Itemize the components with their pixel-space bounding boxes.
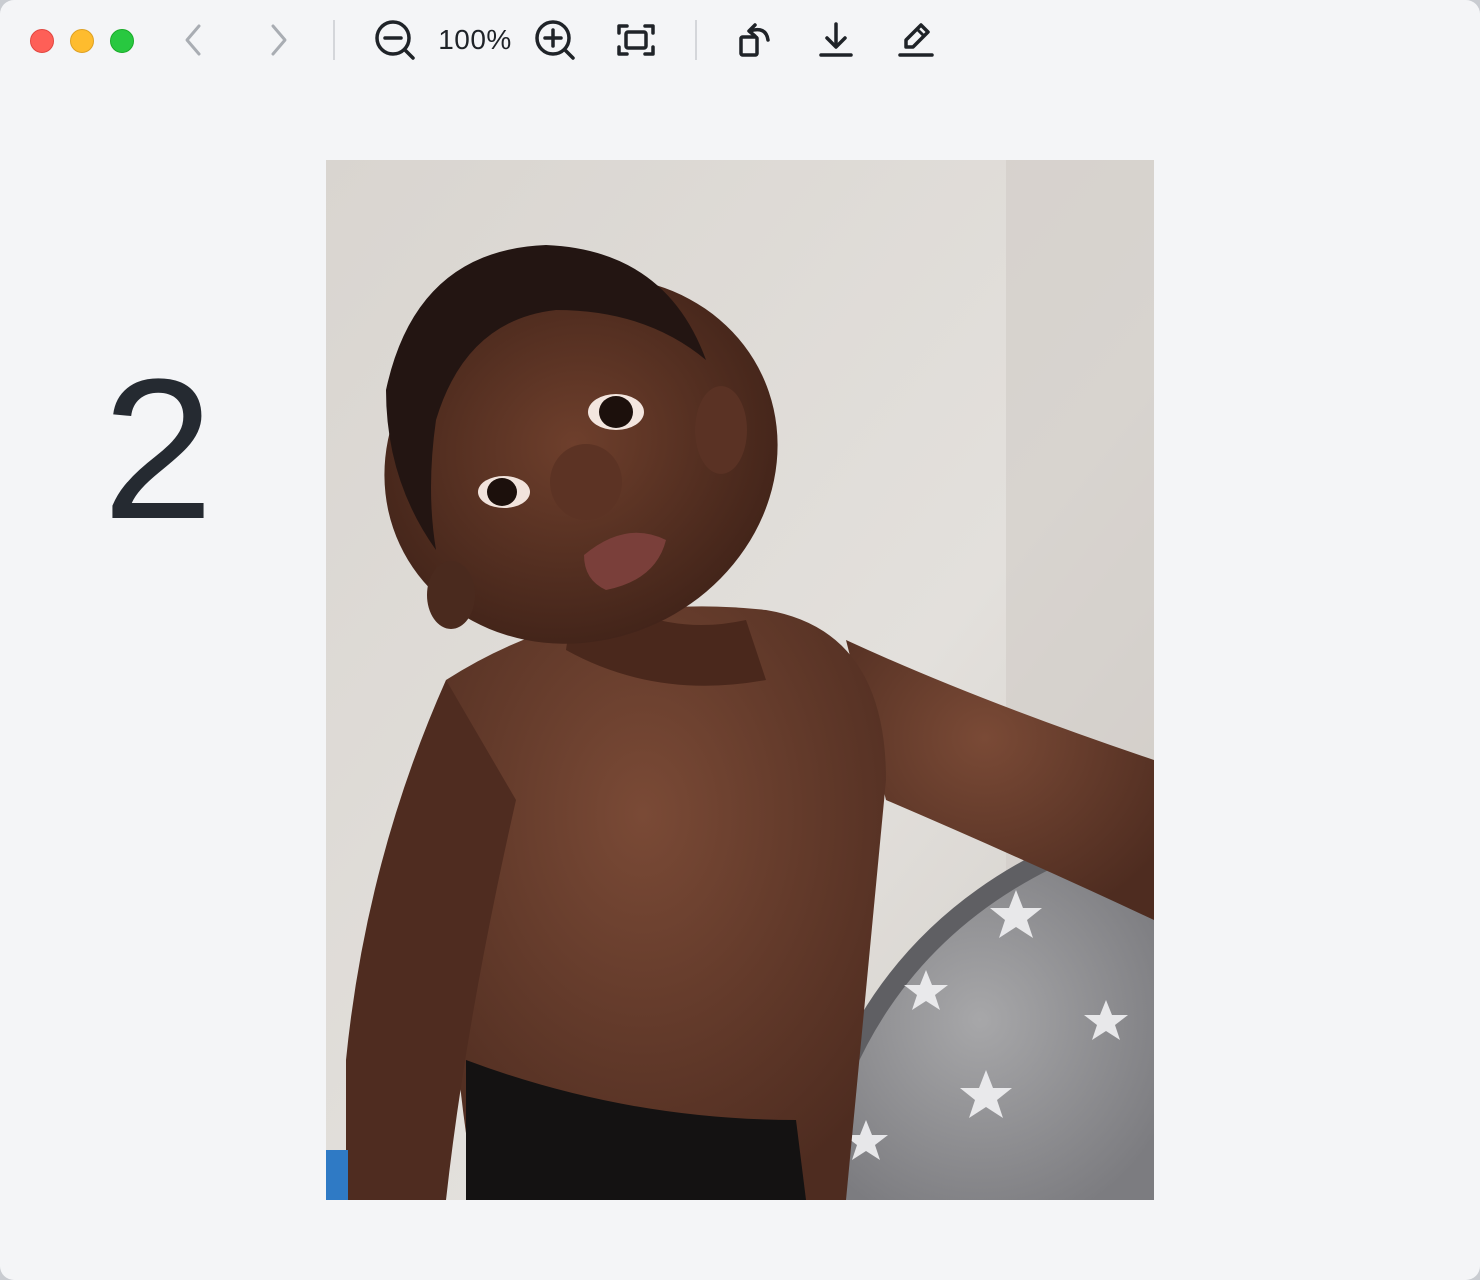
- zoom-in-button[interactable]: [533, 18, 577, 62]
- download-icon: [816, 20, 856, 60]
- zoom-out-icon: [373, 18, 417, 62]
- fit-to-window-button[interactable]: [614, 18, 658, 62]
- viewer-window: 100% 2: [0, 0, 1480, 1280]
- zoom-level-label: 100%: [438, 24, 512, 55]
- zoom-out-button[interactable]: [373, 18, 417, 62]
- toolbar: 100%: [0, 0, 1480, 82]
- download-button[interactable]: [814, 18, 858, 62]
- close-window-button[interactable]: [30, 29, 54, 53]
- back-button[interactable]: [172, 18, 216, 62]
- chevron-right-icon: [266, 22, 290, 58]
- toolbar-separator: [695, 20, 697, 60]
- fit-to-window-icon: [616, 22, 656, 58]
- chevron-left-icon: [182, 22, 206, 58]
- maximize-window-button[interactable]: [110, 29, 134, 53]
- page-number: 2: [102, 338, 214, 561]
- forward-button[interactable]: [256, 18, 300, 62]
- minimize-window-button[interactable]: [70, 29, 94, 53]
- zoom-in-icon: [533, 18, 577, 62]
- edit-button[interactable]: [894, 18, 938, 62]
- edit-icon: [896, 20, 936, 60]
- photo-illustration: [326, 160, 1154, 1200]
- rotate-icon: [736, 20, 776, 60]
- toolbar-separator: [333, 20, 335, 60]
- rotate-button[interactable]: [734, 18, 778, 62]
- photo: [326, 160, 1154, 1200]
